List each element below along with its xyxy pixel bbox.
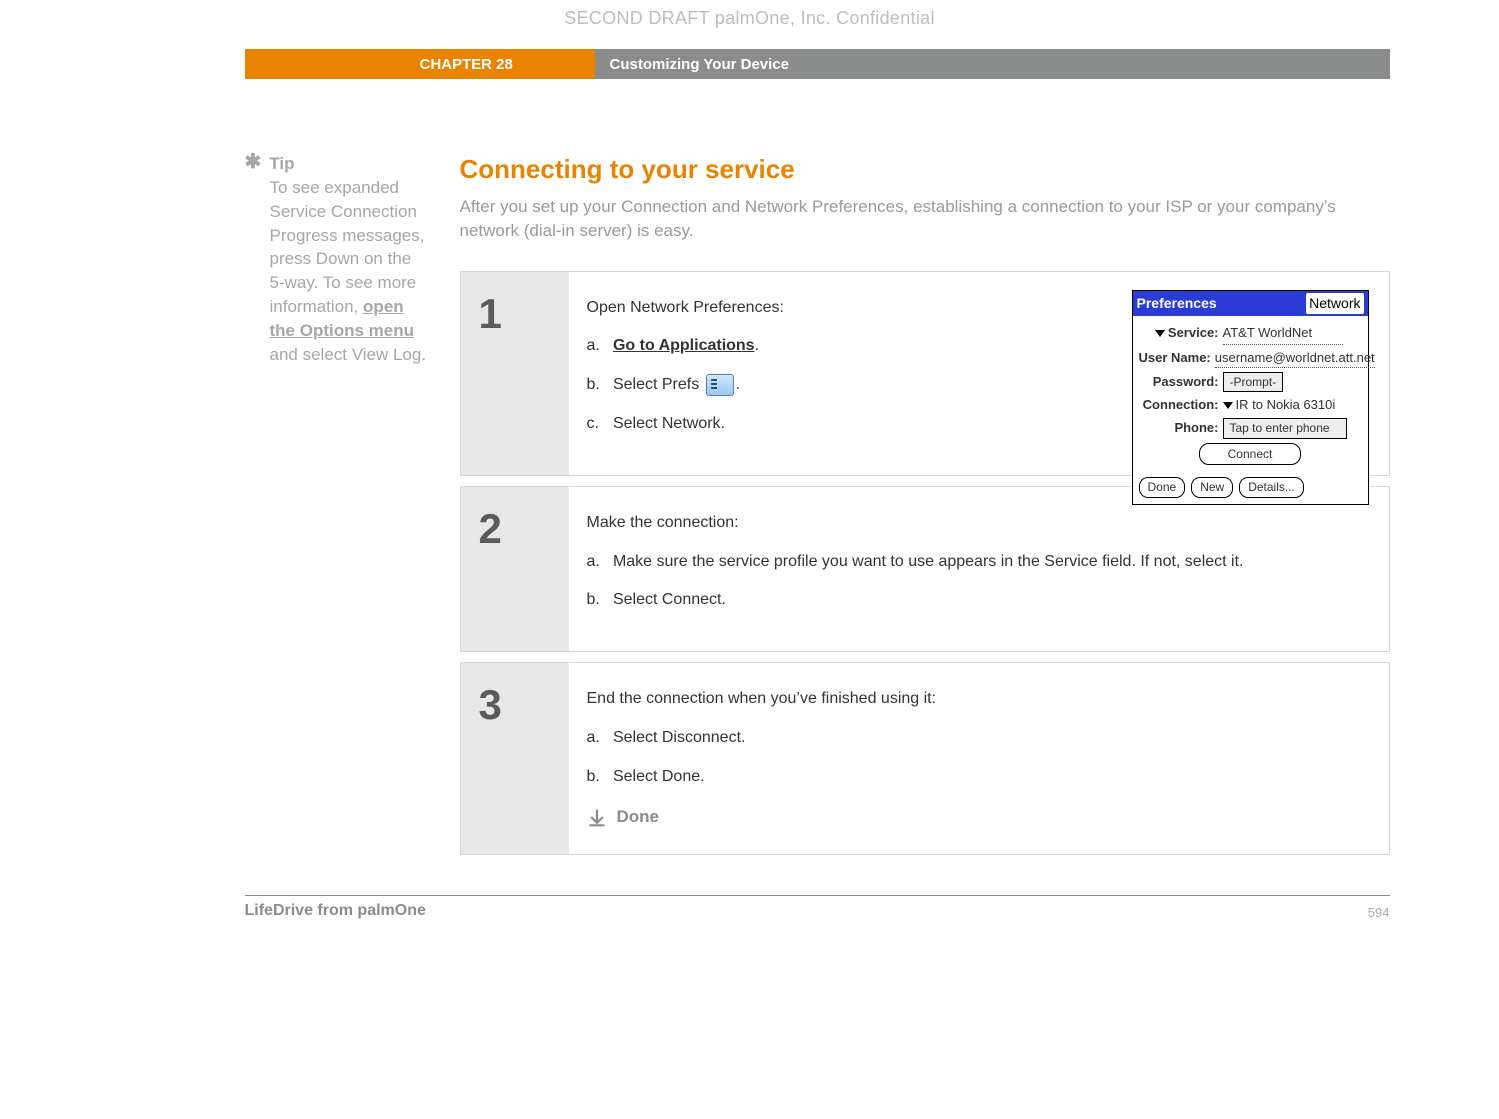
list-letter: b.	[587, 765, 609, 790]
list-post: .	[755, 337, 759, 354]
step-number: 1	[461, 272, 569, 475]
list-text: Select Disconnect.	[613, 729, 746, 746]
step-lead: Make the connection:	[587, 511, 1365, 536]
palm-label: User Name:	[1139, 348, 1215, 368]
list-letter: b.	[587, 373, 609, 398]
chapter-header-bar: CHAPTER 28 Customizing Your Device	[110, 49, 1390, 79]
list-item: b. Select Done.	[587, 765, 1365, 790]
palm-phone-box: Tap to enter phone	[1223, 418, 1347, 439]
list-text: Make sure the service profile you want t…	[613, 553, 1244, 570]
list-item: a. Select Disconnect.	[587, 726, 1365, 751]
list-letter: a.	[587, 334, 609, 359]
done-arrow-icon	[587, 807, 607, 827]
tip-label: Tip	[269, 154, 294, 174]
step-list: a. Select Disconnect. b. Select Done.	[587, 726, 1365, 790]
step-3: 3 End the connection when you’ve finishe…	[460, 662, 1390, 855]
section-heading: Connecting to your service	[460, 154, 1390, 185]
step-1: 1 Open Network Preferences: a. Go to App…	[460, 271, 1390, 476]
step-list: a. Make sure the service profile you wan…	[587, 550, 1365, 614]
done-indicator: Done	[587, 804, 1365, 830]
dropdown-icon	[1223, 402, 1233, 409]
list-letter: a.	[587, 726, 609, 751]
go-to-applications-link[interactable]: Go to Applications	[613, 337, 755, 354]
list-item: a. Go to Applications.	[587, 334, 887, 359]
section-intro: After you set up your Connection and Net…	[460, 195, 1390, 243]
palm-title-right: Network	[1306, 293, 1363, 315]
step-number: 3	[461, 663, 569, 854]
palm-preferences-screenshot: Preferences Network Service: AT&T WorldN…	[1132, 290, 1369, 505]
list-pre: Select Prefs	[613, 376, 704, 393]
watermark-text: SECOND DRAFT palmOne, Inc. Confidential	[110, 0, 1390, 49]
chapter-title: Customizing Your Device	[595, 49, 1390, 79]
list-letter: c.	[587, 412, 609, 437]
list-item: b. Select Prefs .	[587, 373, 887, 398]
palm-label: Password:	[1139, 372, 1223, 392]
palm-password-box: -Prompt-	[1223, 372, 1284, 393]
palm-label: Service:	[1168, 325, 1219, 340]
footer-product: LifeDrive from palmOne	[245, 902, 426, 920]
step-lead: End the connection when you’ve finished …	[587, 687, 1365, 712]
chapter-label: CHAPTER 28	[245, 49, 595, 79]
list-letter: b.	[587, 588, 609, 613]
list-post: .	[736, 376, 740, 393]
tip-text-post: and select View Log.	[270, 345, 427, 364]
list-text: Select Connect.	[613, 591, 726, 608]
palm-label: Phone:	[1139, 418, 1223, 438]
prefs-icon	[706, 374, 734, 396]
dropdown-icon	[1155, 330, 1165, 337]
list-text: Select Network.	[613, 415, 725, 432]
palm-connect-button: Connect	[1199, 443, 1301, 466]
done-label: Done	[617, 804, 660, 830]
tip-text-pre: To see expanded Service Connection Progr…	[270, 178, 425, 316]
page-number: 594	[1368, 902, 1390, 920]
list-letter: a.	[587, 550, 609, 575]
sidebar-tip: ✱ Tip To see expanded Service Connection…	[110, 154, 460, 865]
step-2: 2 Make the connection: a. Make sure the …	[460, 486, 1390, 652]
footer-rule	[245, 895, 1390, 896]
step-list: a. Go to Applications. b. Select Prefs .…	[587, 334, 887, 436]
list-item: b. Select Connect.	[587, 588, 1365, 613]
palm-label: Connection:	[1139, 395, 1223, 415]
palm-service-value: AT&T WorldNet	[1223, 323, 1343, 345]
palm-username-value: username@worldnet.att.net	[1215, 351, 1375, 368]
list-item: c. Select Network.	[587, 412, 887, 437]
step-number: 2	[461, 487, 569, 651]
tip-star-icon: ✱	[245, 154, 262, 171]
palm-connection-value: IR to Nokia 6310i	[1236, 397, 1336, 412]
list-text: Select Done.	[613, 768, 705, 785]
list-item: a. Make sure the service profile you wan…	[587, 550, 1365, 575]
tip-body: To see expanded Service Connection Progr…	[270, 176, 430, 366]
palm-title-left: Preferences	[1137, 293, 1217, 315]
